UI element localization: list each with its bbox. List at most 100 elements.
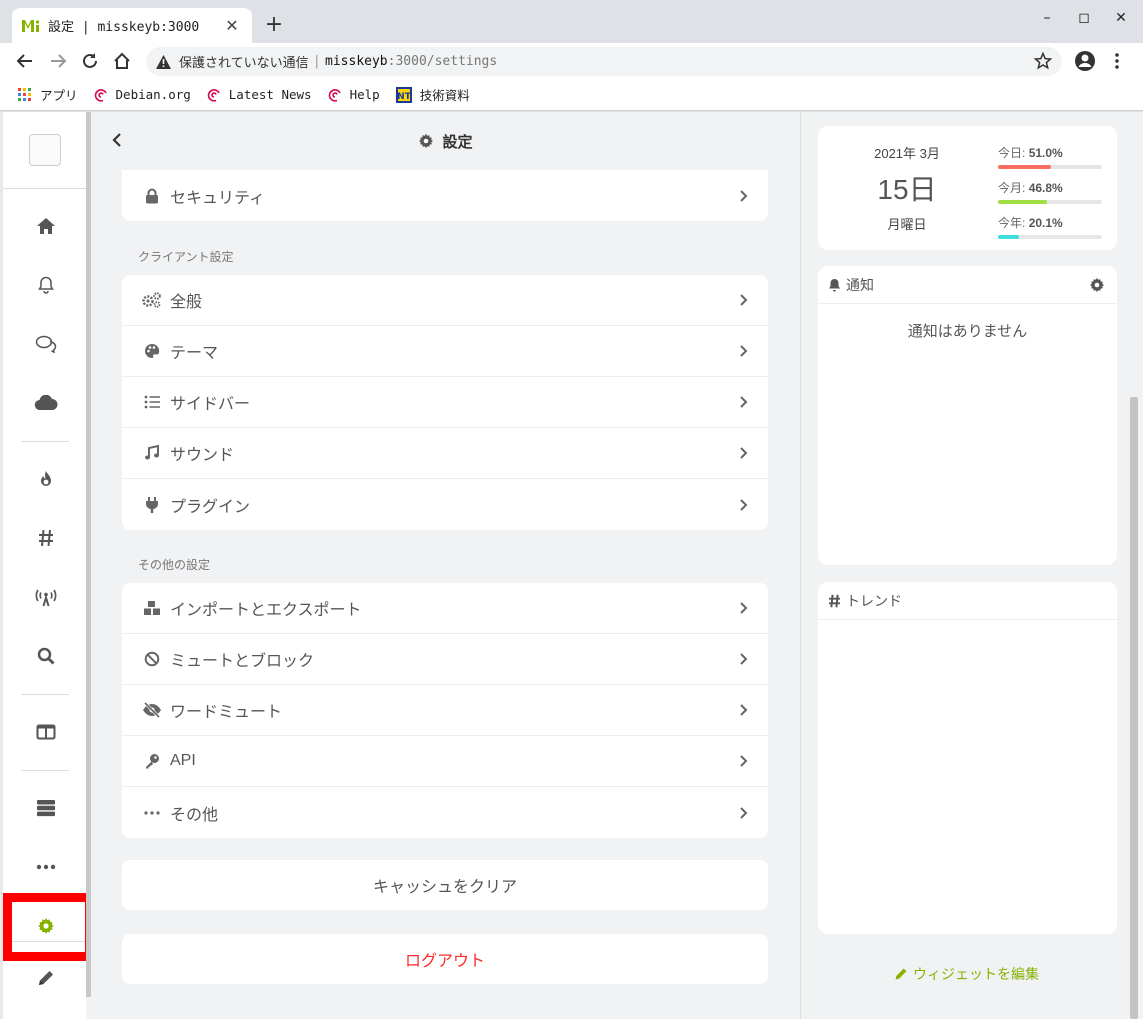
menu-kebab-icon[interactable] (1104, 48, 1130, 74)
bookmark-apps[interactable]: アプリ (18, 85, 78, 104)
sidebar-item-explore[interactable] (3, 518, 89, 558)
settings-row-label: セキュリティ (170, 189, 266, 207)
bell-icon (38, 276, 54, 294)
progress-label: 今日: (998, 146, 1026, 160)
sidebar-item-featured[interactable] (3, 459, 89, 499)
notifications-widget: 通知 通知はありません (818, 266, 1117, 565)
security-card: セキュリティ (122, 170, 768, 221)
chevron-left-icon (112, 133, 121, 147)
nt-icon: NT (395, 86, 412, 103)
cog-icon[interactable] (1089, 277, 1105, 296)
back-button[interactable] (111, 131, 123, 153)
eye-slash-icon (142, 702, 162, 718)
sidebar-item-more[interactable] (3, 847, 89, 887)
settings-row-sound[interactable]: サウンド (122, 428, 768, 479)
home-icon[interactable] (109, 48, 135, 74)
bookmark-label: Debian.org (115, 87, 191, 102)
progress-value: 46.8% (1028, 181, 1063, 195)
svg-text:NT: NT (397, 92, 412, 102)
browser-tab[interactable]: 設定 | misskeyb:3000 ✕ (12, 8, 252, 43)
hashtag-icon (828, 594, 841, 608)
sidebar-item-messaging[interactable] (3, 324, 89, 364)
widgets-column: 2021年 3月 15日 月曜日 今日: 51.0% 今月: 46.8% 今年:… (800, 112, 1143, 1019)
settings-row-mute-block[interactable]: ミュートとブロック (122, 634, 768, 685)
clear-cache-button[interactable]: キャッシュをクリア (122, 860, 768, 910)
sidebar-item-antenna[interactable] (3, 577, 89, 617)
page-header: 設定 (91, 112, 800, 170)
chevron-right-icon (739, 754, 748, 768)
settings-row-label: その他 (170, 806, 219, 824)
chevron-right-icon (739, 189, 748, 203)
profile-icon[interactable] (1072, 48, 1098, 74)
palette-icon (142, 343, 162, 359)
sidebar-item-home[interactable] (3, 206, 89, 246)
address-bar[interactable]: 保護されていない通信 | misskeyb:3000/settings (146, 47, 1062, 76)
bookmark-label: 技術資料 (419, 88, 470, 103)
back-icon[interactable] (12, 48, 38, 74)
reload-icon[interactable] (77, 48, 103, 74)
avatar[interactable] (29, 134, 61, 166)
settings-row-import-export[interactable]: インポートとエクスポート (122, 583, 768, 634)
settings-row-sidebar[interactable]: サイドバー (122, 377, 768, 428)
minimize-icon[interactable]: – (1032, 10, 1062, 26)
sidebar-item-deck[interactable] (3, 712, 89, 752)
url-host: misskeyb (325, 54, 388, 69)
settings-row-general[interactable]: 全般 (122, 275, 768, 326)
logout-button[interactable]: ログアウト (122, 934, 768, 984)
progress-today: 今日: 51.0% (998, 144, 1102, 169)
pencil-icon (39, 971, 53, 985)
new-tab-button[interactable]: + (262, 12, 286, 38)
settings-row-label: ワードミュート (170, 704, 283, 721)
sidebar-item-instance[interactable] (3, 788, 89, 828)
settings-row-security[interactable]: セキュリティ (122, 170, 768, 221)
sidebar-item-drive[interactable] (3, 383, 89, 423)
misskey-favicon-icon (22, 19, 40, 32)
boxes-icon (142, 600, 162, 616)
sidebar-divider (21, 441, 69, 442)
settings-row-label: 全般 (170, 294, 203, 311)
list-icon (142, 395, 162, 409)
bookmark-star-icon[interactable] (1034, 52, 1052, 70)
sidebar-item-search[interactable] (3, 636, 89, 676)
progress-value: 20.1% (1028, 216, 1063, 230)
settings-row-label: API (170, 752, 196, 769)
plug-icon (142, 496, 162, 514)
widget-header: 通知 (818, 266, 1117, 304)
trends-widget: トレンド (818, 582, 1117, 934)
edit-widgets-link[interactable]: ウィジェットを編集 (894, 964, 1039, 984)
forward-icon[interactable] (45, 48, 71, 74)
settings-row-word-mute[interactable]: ワードミュート (122, 685, 768, 736)
calendar-date: 2021年 3月 15日 月曜日 (818, 126, 996, 250)
progress-fill (998, 165, 1052, 169)
close-window-icon[interactable]: ✕ (1106, 10, 1136, 26)
ellipsis-icon (142, 810, 162, 815)
chevron-right-icon (739, 498, 748, 512)
progress-label: 今月: (998, 181, 1026, 195)
widget-title: トレンド (846, 592, 902, 609)
sidebar-item-notifications[interactable] (3, 265, 89, 305)
bookmark-help[interactable]: Help (328, 87, 380, 102)
maximize-icon[interactable]: ◻ (1069, 10, 1099, 26)
bookmark-debian[interactable]: Debian.org (94, 87, 191, 102)
settings-row-plugins[interactable]: プラグイン (122, 479, 768, 530)
tab-close-icon[interactable]: ✕ (222, 16, 242, 35)
cog-icon (419, 133, 434, 149)
bell-icon (828, 278, 841, 292)
settings-highlight-box (3, 893, 94, 961)
cloud-icon (34, 395, 58, 411)
progress-fill (998, 235, 1019, 239)
pencil-icon (895, 968, 907, 980)
settings-row-theme[interactable]: テーマ (122, 326, 768, 377)
progress-bar (998, 200, 1102, 204)
sidebar-item-post[interactable] (3, 958, 89, 998)
warning-icon (156, 54, 171, 69)
omnibox-separator: | (314, 54, 320, 69)
bookmark-label: アプリ (40, 88, 78, 103)
settings-row-other[interactable]: その他 (122, 787, 768, 838)
chevron-right-icon (739, 446, 748, 460)
settings-row-label: サウンド (170, 447, 235, 464)
page-scrollbar[interactable] (1130, 397, 1138, 1019)
settings-row-api[interactable]: API (122, 736, 768, 787)
bookmark-latest-news[interactable]: Latest News (207, 87, 312, 102)
bookmark-tech-docs[interactable]: NT 技術資料 (395, 85, 470, 104)
